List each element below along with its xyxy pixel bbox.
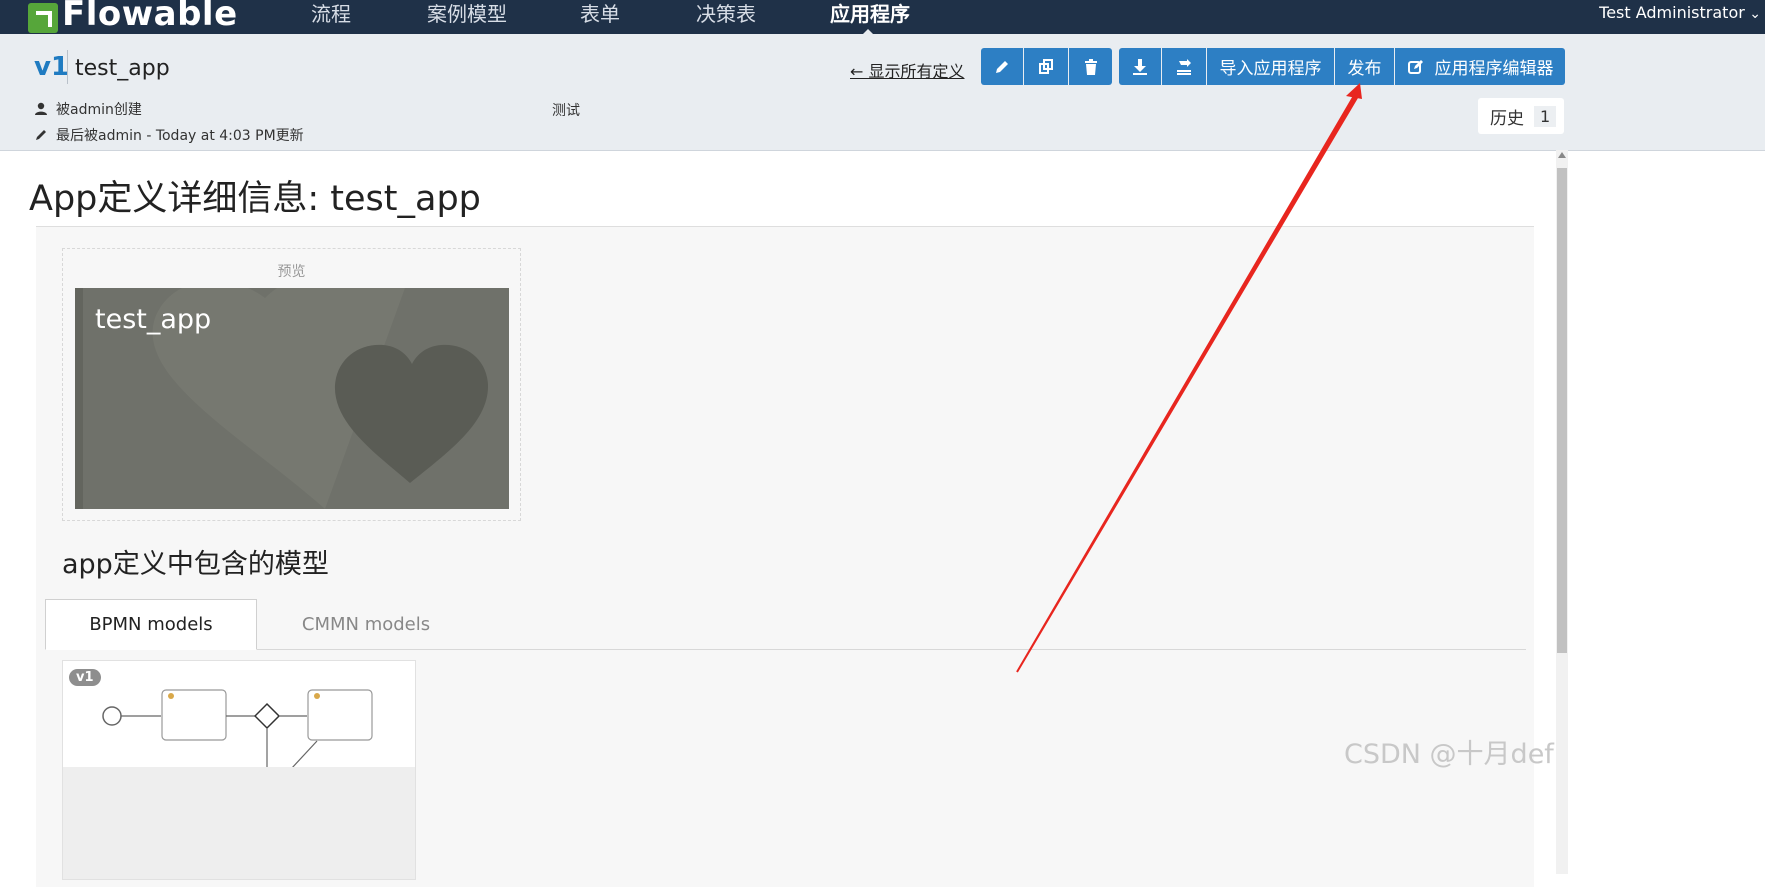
import-app-button[interactable]: 导入应用程序: [1207, 48, 1334, 85]
copy-icon: [1039, 58, 1053, 74]
brand-name: Flowable: [62, 0, 238, 34]
pencil-icon: [996, 60, 1008, 73]
export-bar-button[interactable]: [1162, 48, 1206, 85]
scroll-up-icon[interactable]: [1558, 152, 1566, 158]
tab-bpmn-models[interactable]: BPMN models: [45, 599, 257, 650]
app-editor-label: 应用程序编辑器: [1434, 59, 1554, 79]
scrollbar-thumb[interactable]: [1557, 168, 1567, 653]
tab-cmmn-models[interactable]: CMMN models: [260, 599, 472, 650]
created-by-row: 被admin创建: [34, 99, 142, 119]
app-description: 测试: [552, 103, 580, 119]
model-version-badge: v1: [69, 669, 101, 686]
updated-by-row: 最后被admin - Today at 4:03 PM更新: [34, 125, 304, 145]
history-button[interactable]: 历史 1: [1478, 98, 1564, 134]
preview-label: 预览: [277, 264, 306, 280]
history-count: 1: [1534, 105, 1557, 127]
created-by-text: 被admin创建: [56, 102, 142, 118]
pencil-icon: [36, 130, 46, 140]
bpmn-model-card[interactable]: [62, 660, 416, 880]
edit-square-icon: [1407, 59, 1423, 74]
flowable-logo[interactable]: Flowable: [28, 0, 238, 34]
duplicate-button[interactable]: [1024, 48, 1068, 85]
history-label: 历史: [1490, 108, 1524, 129]
watermark: CSDN @十月def: [1344, 739, 1554, 770]
show-all-definitions-link[interactable]: ← 显示所有定义: [850, 58, 965, 82]
trash-icon: [1084, 58, 1097, 75]
app-tile[interactable]: test_app: [75, 288, 509, 509]
nav-forms[interactable]: 表单: [580, 0, 620, 34]
user-menu[interactable]: Test Administrator: [1599, 3, 1761, 22]
flowable-logo-icon: [28, 3, 58, 33]
publish-button[interactable]: 发布: [1335, 48, 1394, 85]
nav-decision-tables[interactable]: 决策表: [696, 0, 756, 34]
bpmn-diagram-thumbnail: [63, 689, 415, 879]
nav-processes[interactable]: 流程: [311, 0, 351, 34]
edit-button[interactable]: [981, 48, 1023, 85]
nav-case-models[interactable]: 案例模型: [427, 0, 507, 34]
models-section-title: app定义中包含的模型: [62, 549, 329, 580]
app-editor-button[interactable]: 应用程序编辑器: [1395, 48, 1565, 85]
version-divider: [67, 50, 68, 84]
export-button[interactable]: [1119, 48, 1161, 85]
page-title: App定义详细信息: test_app: [29, 179, 481, 219]
top-navbar: Flowable 流程 案例模型 表单 决策表 应用程序 Test Admini…: [0, 0, 1765, 35]
delete-button[interactable]: [1069, 48, 1112, 85]
updated-by-text: 最后被admin - Today at 4:03 PM更新: [56, 128, 304, 144]
app-name: test_app: [75, 56, 170, 81]
export-icon: [1177, 58, 1191, 75]
user-icon: [35, 102, 47, 115]
download-icon: [1133, 58, 1147, 75]
version-label: v1: [34, 52, 70, 82]
tile-app-name: test_app: [95, 304, 212, 335]
